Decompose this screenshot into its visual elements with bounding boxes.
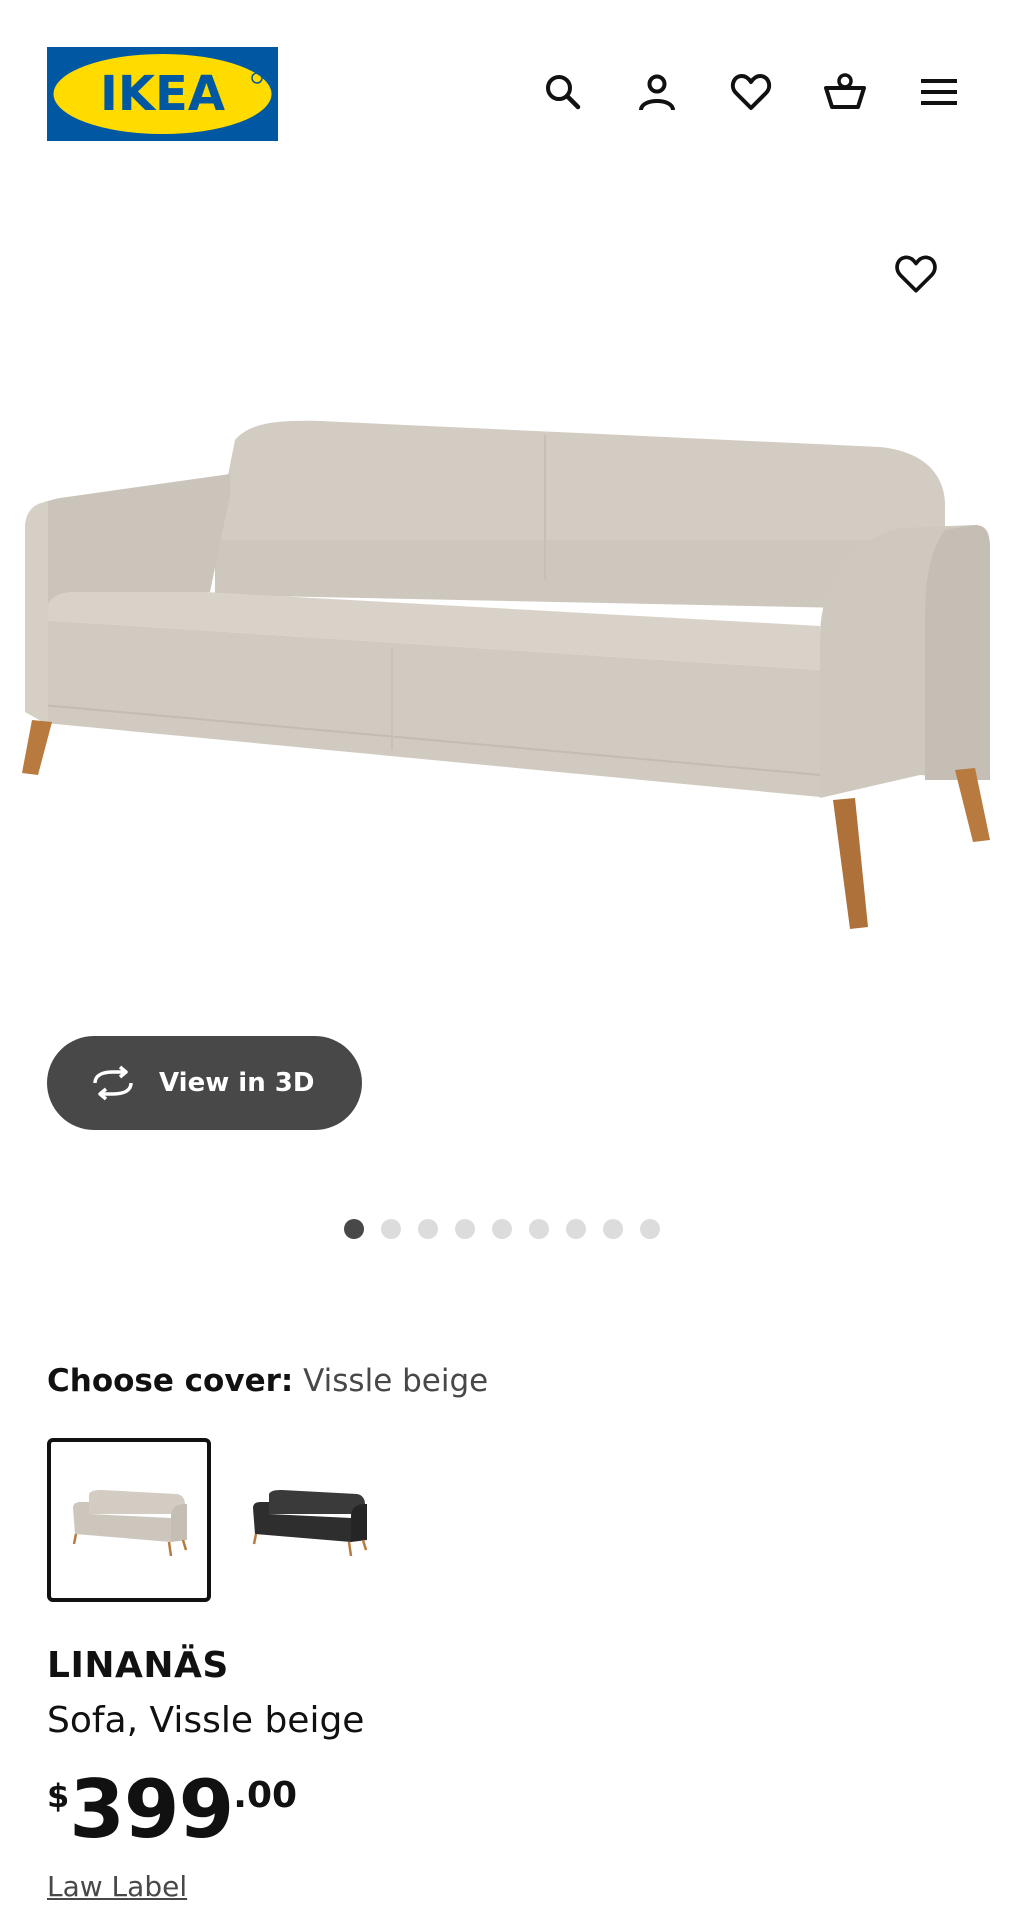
sofa-thumbnail-dark (252, 1490, 368, 1557)
price-integer: 399 (69, 1763, 234, 1856)
cover-option-dark-grey[interactable] (227, 1438, 391, 1602)
choose-cover-value: Vissle beige (303, 1363, 489, 1399)
heart-icon[interactable] (721, 62, 781, 122)
cover-option-beige[interactable] (47, 1438, 211, 1602)
gallery-dot-2[interactable] (381, 1219, 401, 1239)
header: IKEA (0, 0, 1010, 141)
sofa-thumbnail-beige (72, 1490, 188, 1557)
gallery-pagination (344, 1219, 660, 1239)
gallery-dot-9[interactable] (640, 1219, 660, 1239)
menu-icon[interactable] (909, 62, 969, 122)
gallery-dot-4[interactable] (455, 1219, 475, 1239)
account-icon[interactable] (627, 62, 687, 122)
rotate-3d-icon (93, 1065, 133, 1101)
gallery-dot-5[interactable] (492, 1219, 512, 1239)
basket-icon[interactable] (815, 62, 875, 122)
choose-cover: Choose cover: Vissle beige (47, 1363, 488, 1399)
search-icon[interactable] (533, 62, 593, 122)
view-in-3d-label: View in 3D (159, 1068, 315, 1098)
product-price: $ 399 .00 (47, 1765, 297, 1855)
product-favorite-icon[interactable] (886, 244, 946, 304)
gallery-dot-6[interactable] (529, 1219, 549, 1239)
law-label-link[interactable]: Law Label (47, 1870, 187, 1903)
header-actions (0, 62, 1010, 122)
product-image[interactable] (0, 380, 1010, 940)
product-name: LINANÄS (47, 1645, 229, 1686)
gallery-dot-8[interactable] (603, 1219, 623, 1239)
price-currency: $ (47, 1777, 70, 1815)
price-decimal: .00 (233, 1775, 298, 1816)
gallery-dot-1[interactable] (344, 1219, 364, 1239)
sofa-image (22, 420, 990, 929)
choose-cover-label: Choose cover: (47, 1363, 294, 1399)
gallery-dot-7[interactable] (566, 1219, 586, 1239)
gallery-dot-3[interactable] (418, 1219, 438, 1239)
view-in-3d-button[interactable]: View in 3D (47, 1036, 362, 1130)
product-description: Sofa, Vissle beige (47, 1700, 365, 1741)
